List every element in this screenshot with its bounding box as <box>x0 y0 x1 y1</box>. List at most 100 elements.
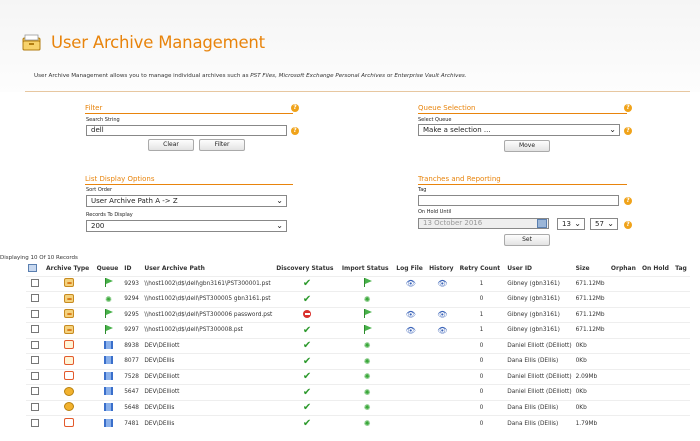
table-row[interactable]: 5647 DEV\DElliott ✔ ✺ 0 Daniel Elliott (DElli… <box>26 384 690 401</box>
col-path[interactable]: User Archive Path <box>142 262 274 276</box>
row-path[interactable]: DEV\DElliott <box>142 385 274 401</box>
hold-help-icon[interactable]: ? <box>624 221 632 229</box>
eye-icon[interactable]: 👁 <box>406 326 416 335</box>
minute-select[interactable]: 57 ⌄ <box>590 218 618 230</box>
col-user-id[interactable]: User ID <box>505 262 573 276</box>
row-checkbox[interactable] <box>31 387 39 396</box>
col-tag[interactable]: Tag <box>673 262 690 276</box>
row-on-hold <box>640 354 673 370</box>
col-discovery-status[interactable]: Discovery Status <box>274 262 340 276</box>
move-button[interactable]: Move <box>504 140 550 152</box>
col-size[interactable]: Size <box>574 262 609 276</box>
gear-icon: ✺ <box>363 387 371 397</box>
check-icon: ✔ <box>302 278 312 290</box>
row-on-hold <box>640 416 673 432</box>
table-row[interactable]: ✺ 9294 \\host1002\d$\dell\PST300005 gbn316… <box>26 291 690 308</box>
no-entry-icon <box>303 309 312 318</box>
row-path[interactable]: \\host1002\d$\dell\PST300008.pst <box>142 323 274 339</box>
row-checkbox[interactable] <box>31 356 39 365</box>
gear-icon: ✺ <box>363 419 371 428</box>
row-tag <box>673 276 690 292</box>
filter-help-icon[interactable]: ? <box>291 104 299 112</box>
col-id[interactable]: ID <box>122 262 142 276</box>
row-path[interactable]: \\host1002\d$\dell\PST300005 gbn3161.pst <box>142 292 274 308</box>
row-path[interactable]: DEV\DEllis <box>142 400 274 416</box>
table-row[interactable]: 8938 DEV\DElliott ✔ ✺ 0 Daniel Elliott (DElli… <box>26 338 690 354</box>
row-id: 9293 <box>124 280 139 287</box>
table-row[interactable]: 5648 DEV\DEllis ✔ ✺ 0 Dana Ellis (DEllis) 0Kb <box>26 400 690 416</box>
row-checkbox[interactable] <box>31 294 39 303</box>
row-checkbox[interactable] <box>31 418 39 427</box>
row-path[interactable]: DEV\DElliott <box>142 338 274 354</box>
hold-date-value: 13 October 2016 <box>423 219 483 227</box>
gear-icon: ✺ <box>363 372 371 382</box>
row-path[interactable]: DEV\DEllis <box>142 354 274 370</box>
row-orphan <box>609 416 640 432</box>
eye-icon[interactable]: 👁 <box>406 279 416 288</box>
row-retry: 0 <box>479 373 484 380</box>
filter-button[interactable]: Filter <box>199 139 245 151</box>
table-row[interactable]: 9297 \\host1002\d$\dell\PST300008.pst ✔ 👁 👁 1… <box>26 322 690 339</box>
row-checkbox[interactable] <box>31 402 39 411</box>
col-archive-type[interactable]: Archive Type <box>44 262 95 276</box>
tag-input[interactable] <box>418 195 619 206</box>
user-queue-icon <box>103 402 113 411</box>
row-checkbox[interactable] <box>31 309 39 318</box>
table-row[interactable]: 9293 \\host1002\d$\dell\gbn3161\PST300001… <box>26 276 690 292</box>
row-on-hold <box>640 276 673 292</box>
row-path[interactable]: \\host1002\d$\dell\PST300006 password.ps… <box>142 307 274 323</box>
check-icon: ✔ <box>302 340 312 352</box>
row-user: Gibney (gbn3161) <box>507 311 560 318</box>
col-on-hold[interactable]: On Hold <box>640 262 673 276</box>
eye-icon[interactable]: 👁 <box>437 326 447 335</box>
row-id: 5647 <box>124 389 139 396</box>
row-on-hold <box>640 307 673 323</box>
hour-select[interactable]: 13 ⌄ <box>557 218 585 230</box>
col-history[interactable]: History <box>427 262 458 276</box>
col-queue[interactable]: Queue <box>95 262 123 276</box>
archive-box-icon <box>22 34 41 51</box>
queue-select-help-icon[interactable]: ? <box>624 127 632 135</box>
minute-value: 57 <box>595 220 604 228</box>
table-row[interactable]: 7528 DEV\DElliott ✔ ✺ 0 Daniel Elliott (DElli… <box>26 369 690 385</box>
row-path[interactable]: \\host1002\d$\dell\gbn3161\PST300001.pst <box>142 276 274 292</box>
records-select[interactable]: 200 ⌄ <box>86 220 287 232</box>
check-icon: ✔ <box>302 418 312 429</box>
table-row[interactable]: 9295 \\host1002\d$\dell\PST300006 passwor… <box>26 307 690 323</box>
queue-panel: Queue Selection <box>418 104 627 114</box>
row-retry: 0 <box>479 420 484 427</box>
hold-date-input[interactable]: 13 October 2016 <box>418 218 549 229</box>
row-tag <box>673 354 690 370</box>
queue-help-icon[interactable]: ? <box>624 104 632 112</box>
row-checkbox[interactable] <box>31 340 39 349</box>
archive-table: Archive Type Queue ID User Archive Path … <box>26 262 690 431</box>
row-checkbox[interactable] <box>31 371 39 380</box>
table-row[interactable]: 8077 DEV\DEllis ✔ ✺ 0 Dana Ellis (DEllis) 0Kb <box>26 353 690 370</box>
set-button[interactable]: Set <box>504 234 550 246</box>
row-size: 1.79Mb <box>575 420 598 427</box>
search-label: Search String <box>86 117 120 123</box>
col-retry-count[interactable]: Retry Count <box>458 262 506 276</box>
eye-icon[interactable]: 👁 <box>437 279 447 288</box>
row-checkbox[interactable] <box>31 325 39 334</box>
select-all-icon[interactable] <box>26 262 44 276</box>
display-options-panel: List Display Options <box>85 175 293 185</box>
col-import-status[interactable]: Import Status <box>340 262 394 276</box>
tag-help-icon[interactable]: ? <box>624 197 632 205</box>
queue-select[interactable]: Make a selection ... ⌄ <box>418 124 620 136</box>
clear-button[interactable]: Clear <box>148 139 194 151</box>
eye-icon[interactable]: 👁 <box>406 310 416 319</box>
row-orphan <box>609 307 640 323</box>
col-orphan[interactable]: Orphan <box>609 262 640 276</box>
row-path[interactable]: DEV\DEllis <box>142 416 274 432</box>
col-log-file[interactable]: Log File <box>394 262 427 276</box>
row-checkbox[interactable] <box>31 278 39 287</box>
row-path[interactable]: DEV\DElliott <box>142 369 274 385</box>
row-on-hold <box>640 385 673 401</box>
eye-icon[interactable]: 👁 <box>437 310 447 319</box>
search-input[interactable]: dell <box>86 125 287 136</box>
sort-order-select[interactable]: User Archive Path A -> Z ⌄ <box>86 195 287 207</box>
calendar-icon[interactable] <box>537 219 547 228</box>
search-help-icon[interactable]: ? <box>291 127 299 135</box>
table-row[interactable]: 7481 DEV\DEllis ✔ ✺ 0 Dana Ellis (DEllis) 1.79… <box>26 415 690 432</box>
